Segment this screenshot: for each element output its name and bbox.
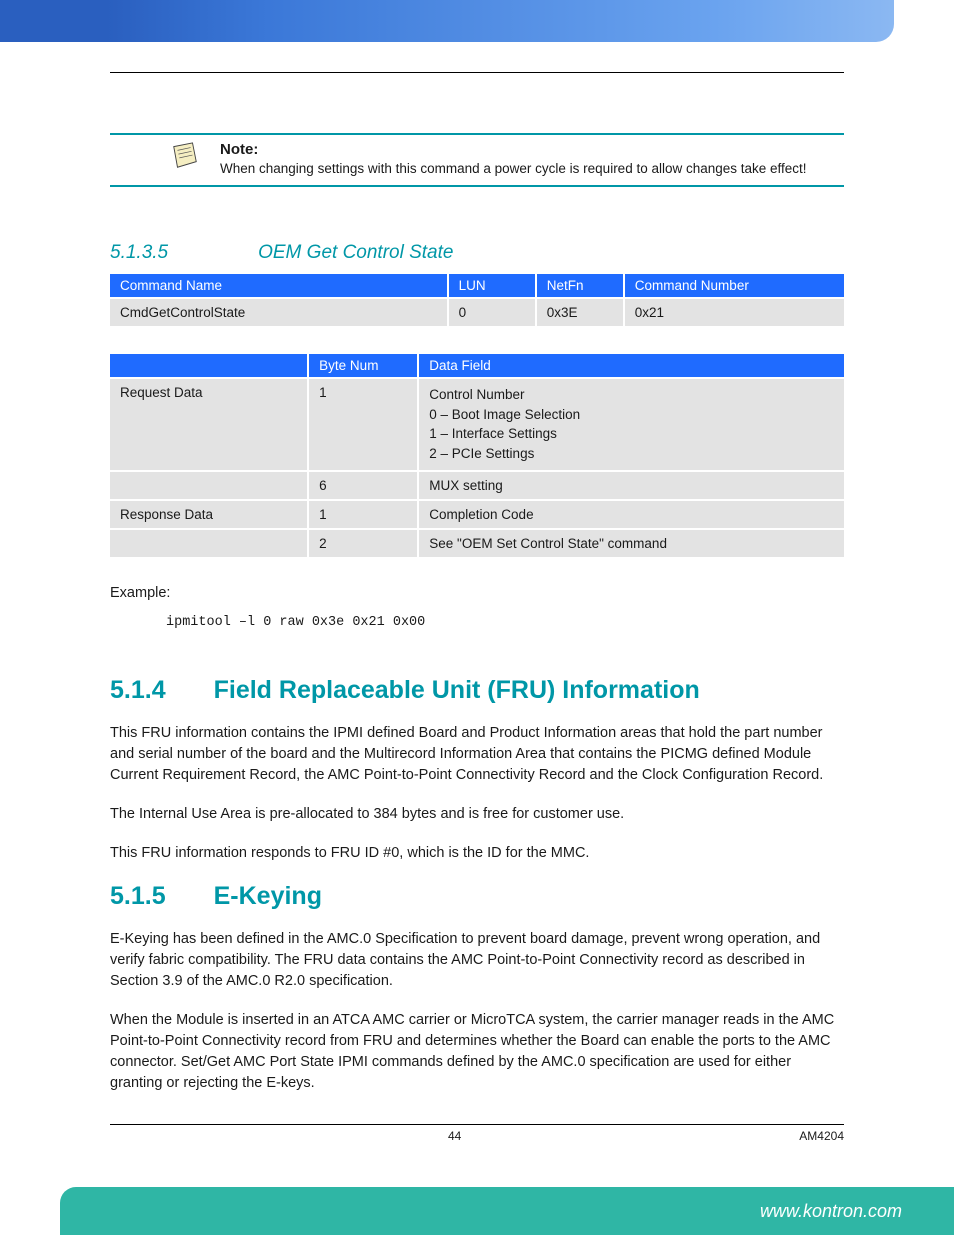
th-datafield: Data Field: [418, 354, 844, 378]
td-r3c2: See "OEM Set Control State" command: [418, 529, 844, 557]
td-r2c0: Response Data: [110, 500, 308, 529]
note-title: Note:: [220, 141, 258, 158]
subsection-number: 5.1.3.5: [110, 242, 168, 264]
section-515-p2: When the Module is inserted in an ATCA A…: [110, 1010, 844, 1094]
th-blank: [110, 354, 308, 378]
top-rule: [110, 72, 844, 73]
section-514-title: Field Replaceable Unit (FRU) Information: [214, 676, 700, 705]
section-514-p1: This FRU information contains the IPMI d…: [110, 723, 844, 786]
note-rule-bottom: [110, 185, 844, 187]
data-table: Byte Num Data Field Request Data 1 Contr…: [110, 354, 844, 556]
section-515-p1: E-Keying has been defined in the AMC.0 S…: [110, 929, 844, 992]
section-515-title: E-Keying: [214, 882, 322, 911]
td-r2c1: 1: [308, 500, 418, 529]
section-heading-515: 5.1.5 E-Keying: [110, 882, 844, 911]
section-heading-514: 5.1.4 Field Replaceable Unit (FRU) Infor…: [110, 676, 844, 705]
note-icon: [168, 141, 202, 176]
td-r2c2: Completion Code: [418, 500, 844, 529]
note-box: Note: When changing settings with this c…: [110, 133, 844, 187]
footer-band: www.kontron.com: [60, 1187, 954, 1235]
th-cmd-name: Command Name: [110, 274, 448, 298]
subsection-heading: 5.1.3.5 OEM Get Control State: [110, 242, 844, 264]
section-514-num: 5.1.4: [110, 676, 166, 705]
footer-row: 44 AM4204: [0, 1129, 954, 1143]
th-lun: LUN: [448, 274, 536, 298]
td-r3c0: [110, 529, 308, 557]
td-r1c0: [110, 471, 308, 500]
subsection-title: OEM Get Control State: [258, 242, 453, 264]
td-cmd-num: 0x21: [624, 298, 844, 326]
footer-url: www.kontron.com: [760, 1201, 902, 1222]
td-netfn: 0x3E: [536, 298, 624, 326]
example-code: ipmitool –l 0 raw 0x3e 0x21 0x00: [166, 615, 844, 630]
command-table: Command Name LUN NetFn Command Number Cm…: [110, 274, 844, 326]
example-label: Example:: [110, 585, 844, 601]
td-r0c0: Request Data: [110, 378, 308, 470]
td-lun: 0: [448, 298, 536, 326]
page-number: 44: [448, 1129, 461, 1143]
section-514-p3: This FRU information responds to FRU ID …: [110, 843, 844, 864]
td-r0c1: 1: [308, 378, 418, 470]
th-bytenum: Byte Num: [308, 354, 418, 378]
doc-code: AM4204: [799, 1129, 844, 1143]
td-r0c2: Control Number 0 – Boot Image Selection …: [418, 378, 844, 470]
footer-rule: [110, 1124, 844, 1125]
td-r3c1: 2: [308, 529, 418, 557]
td-cmd-name: CmdGetControlState: [110, 298, 448, 326]
note-body-text: When changing settings with this command…: [220, 159, 807, 179]
section-515-num: 5.1.5: [110, 882, 166, 911]
th-cmd-num: Command Number: [624, 274, 844, 298]
th-netfn: NetFn: [536, 274, 624, 298]
td-r1c2: MUX setting: [418, 471, 844, 500]
header-band: [0, 0, 894, 42]
td-r1c1: 6: [308, 471, 418, 500]
section-514-p2: The Internal Use Area is pre-allocated t…: [110, 804, 844, 825]
